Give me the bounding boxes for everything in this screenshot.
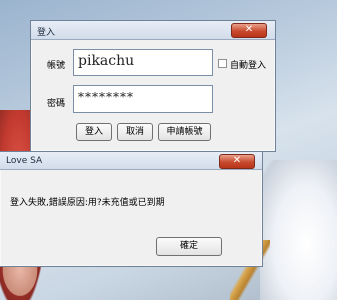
login-titlebar[interactable]: 登入 ✕ <box>31 21 275 40</box>
cancel-button[interactable]: 取消 <box>117 123 153 141</box>
auto-login-label[interactable]: 自動登入 <box>230 58 266 71</box>
account-label: 帳號 <box>47 61 66 71</box>
login-close-button[interactable]: ✕ <box>231 23 267 38</box>
login-button[interactable]: 登入 <box>76 123 112 141</box>
error-dialog-close-button[interactable]: ✕ <box>219 154 255 169</box>
error-dialog: Love SA ✕ 登入失敗,錯誤原因:用?未充值或已到期 確定 <box>0 151 263 267</box>
auto-login-checkbox[interactable] <box>218 59 227 68</box>
login-window-title: 登入 <box>37 28 56 38</box>
error-dialog-title: Love SA <box>6 156 43 166</box>
password-label: 密碼 <box>47 99 66 109</box>
error-message: 登入失敗,錯誤原因:用?未充值或已到期 <box>10 198 165 208</box>
background-art-right <box>260 160 337 300</box>
password-input[interactable]: ******** <box>73 85 213 113</box>
account-input[interactable]: pikachu <box>73 49 213 76</box>
ok-button[interactable]: 確定 <box>156 237 222 256</box>
close-icon: ✕ <box>244 24 254 35</box>
apply-account-button[interactable]: 申請帳號 <box>158 123 211 141</box>
close-icon: ✕ <box>232 155 242 166</box>
login-window: 登入 ✕ 帳號 pikachu 自動登入 密碼 ******** 登入 取消 申… <box>30 20 276 152</box>
error-dialog-titlebar[interactable]: Love SA ✕ <box>0 152 262 170</box>
